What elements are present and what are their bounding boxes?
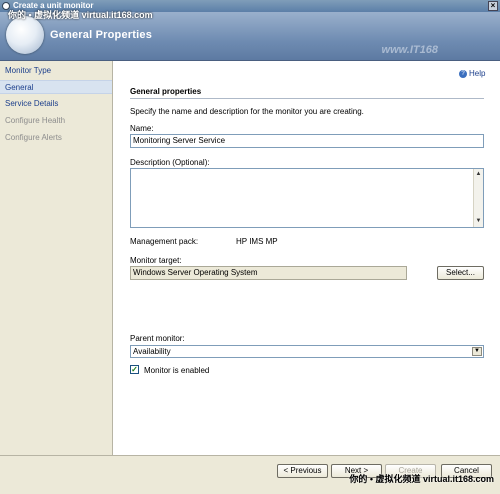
- name-label: Name:: [130, 124, 154, 133]
- monitor-enabled-checkbox[interactable]: ✓: [130, 365, 139, 374]
- parent-monitor-value: Availability: [133, 347, 171, 356]
- section-title: General properties: [130, 87, 202, 96]
- name-input[interactable]: Monitoring Server Service: [130, 134, 484, 148]
- monitor-target-label: Monitor target:: [130, 256, 182, 265]
- previous-button[interactable]: < Previous: [277, 464, 328, 478]
- monitor-target-field: Windows Server Operating System: [130, 266, 407, 280]
- nav-item-configure-health: Configure Health: [5, 116, 66, 125]
- watermark-top: 你的 • 虚拟化频道 virtual.it168.com: [8, 10, 153, 20]
- help-label: Help: [469, 69, 486, 78]
- create-unit-monitor-window: Create a unit monitor × General Properti…: [0, 0, 500, 494]
- chevron-down-icon[interactable]: ▼: [472, 347, 482, 356]
- close-icon[interactable]: ×: [488, 1, 498, 11]
- scroll-up-icon[interactable]: ▲: [474, 170, 483, 179]
- nav-item-monitor-type[interactable]: Monitor Type: [0, 64, 112, 78]
- select-button[interactable]: Select...: [437, 266, 484, 280]
- section-divider: [130, 98, 484, 99]
- watermark-faint: www.IT168: [381, 44, 438, 56]
- nav-item-configure-alerts: Configure Alerts: [5, 133, 62, 142]
- intro-text: Specify the name and description for the…: [130, 107, 364, 116]
- parent-monitor-select[interactable]: Availability ▼: [130, 345, 484, 358]
- wizard-nav: Monitor Type General Service Details Con…: [0, 61, 113, 493]
- description-label: Description (Optional):: [130, 158, 210, 167]
- monitor-enabled-label: Monitor is enabled: [144, 366, 210, 375]
- scroll-down-icon[interactable]: ▼: [474, 217, 483, 226]
- parent-monitor-label: Parent monitor:: [130, 334, 185, 343]
- watermark-bottom: 你的 • 虚拟化频道 virtual.it168.com: [349, 474, 494, 484]
- management-pack-label: Management pack:: [130, 237, 199, 246]
- help-icon: ?: [459, 69, 467, 78]
- nav-item-service-details[interactable]: Service Details: [0, 97, 112, 111]
- management-pack-value: HP IMS MP: [236, 237, 278, 246]
- page-title: General Properties: [50, 29, 153, 41]
- help-link[interactable]: ? Help: [459, 69, 485, 78]
- main-panel: ? Help General properties Specify the nam…: [113, 61, 500, 455]
- nav-item-general[interactable]: General: [0, 80, 112, 94]
- description-input[interactable]: ▲ ▼: [130, 168, 484, 228]
- wizard-orb-icon: [6, 16, 44, 54]
- description-scrollbar[interactable]: ▲ ▼: [473, 169, 483, 227]
